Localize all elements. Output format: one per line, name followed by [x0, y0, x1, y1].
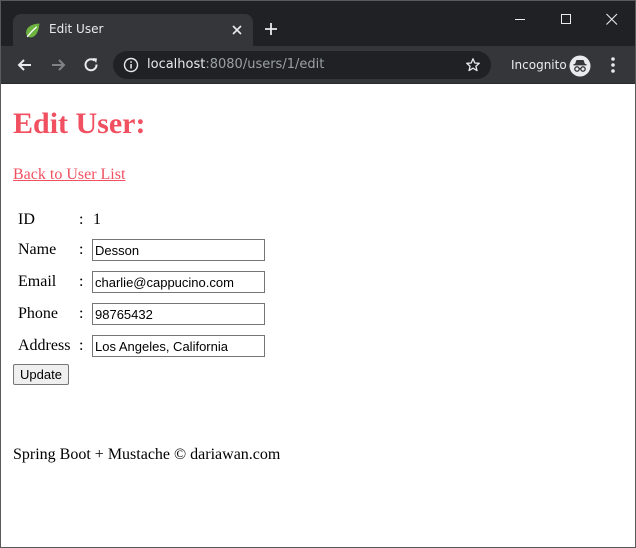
tab-strip: Edit User — [1, 1, 635, 46]
url-path: :8080/users/1/edit — [205, 57, 325, 72]
back-to-user-list-link[interactable]: Back to User List — [13, 166, 125, 184]
id-colon: : — [79, 211, 84, 228]
maximize-icon[interactable] — [543, 1, 589, 37]
info-icon[interactable] — [123, 57, 139, 73]
phone-input[interactable] — [92, 303, 265, 325]
name-colon: : — [79, 241, 84, 258]
id-label: ID — [18, 211, 35, 228]
plus-icon[interactable] — [263, 21, 279, 37]
minimize-icon[interactable] — [497, 1, 543, 37]
email-input[interactable] — [92, 271, 265, 293]
address-bar[interactable]: localhost:8080/users/1/edit — [113, 51, 491, 79]
tab-edit-user[interactable]: Edit User — [13, 14, 253, 46]
page-title: Edit User: — [13, 107, 146, 140]
id-value: 1 — [93, 211, 101, 228]
url-host: localhost — [147, 57, 206, 72]
address-label: Address — [18, 337, 71, 354]
incognito-label: Incognito — [511, 58, 567, 72]
window-close-icon[interactable] — [589, 1, 635, 37]
reload-icon[interactable] — [81, 55, 101, 75]
spring-leaf-icon — [26, 23, 40, 38]
name-label: Name — [18, 241, 57, 258]
update-button[interactable]: Update — [13, 364, 69, 385]
email-colon: : — [79, 273, 84, 290]
phone-label: Phone — [18, 305, 58, 322]
incognito-icon[interactable] — [569, 55, 591, 77]
name-input[interactable] — [92, 239, 265, 261]
url-text[interactable]: localhost:8080/users/1/edit — [147, 57, 324, 72]
kebab-menu-icon[interactable] — [605, 56, 621, 74]
page-content: Edit User: Back to User List ID : 1 Name… — [1, 85, 635, 547]
address-input[interactable] — [92, 335, 265, 357]
address-colon: : — [79, 337, 84, 354]
browser-toolbar: localhost:8080/users/1/edit Incognito — [1, 46, 635, 84]
back-arrow-icon[interactable] — [15, 55, 35, 75]
forward-arrow-icon[interactable] — [48, 55, 68, 75]
email-label: Email — [18, 273, 57, 290]
star-icon[interactable] — [465, 57, 481, 73]
footer-text: Spring Boot + Mustache © dariawan.com — [13, 446, 281, 463]
close-icon[interactable] — [229, 22, 245, 38]
phone-colon: : — [79, 305, 84, 322]
browser-window: Edit User localhost:8080/users/1/edit In… — [0, 0, 636, 548]
tab-title: Edit User — [49, 22, 104, 36]
